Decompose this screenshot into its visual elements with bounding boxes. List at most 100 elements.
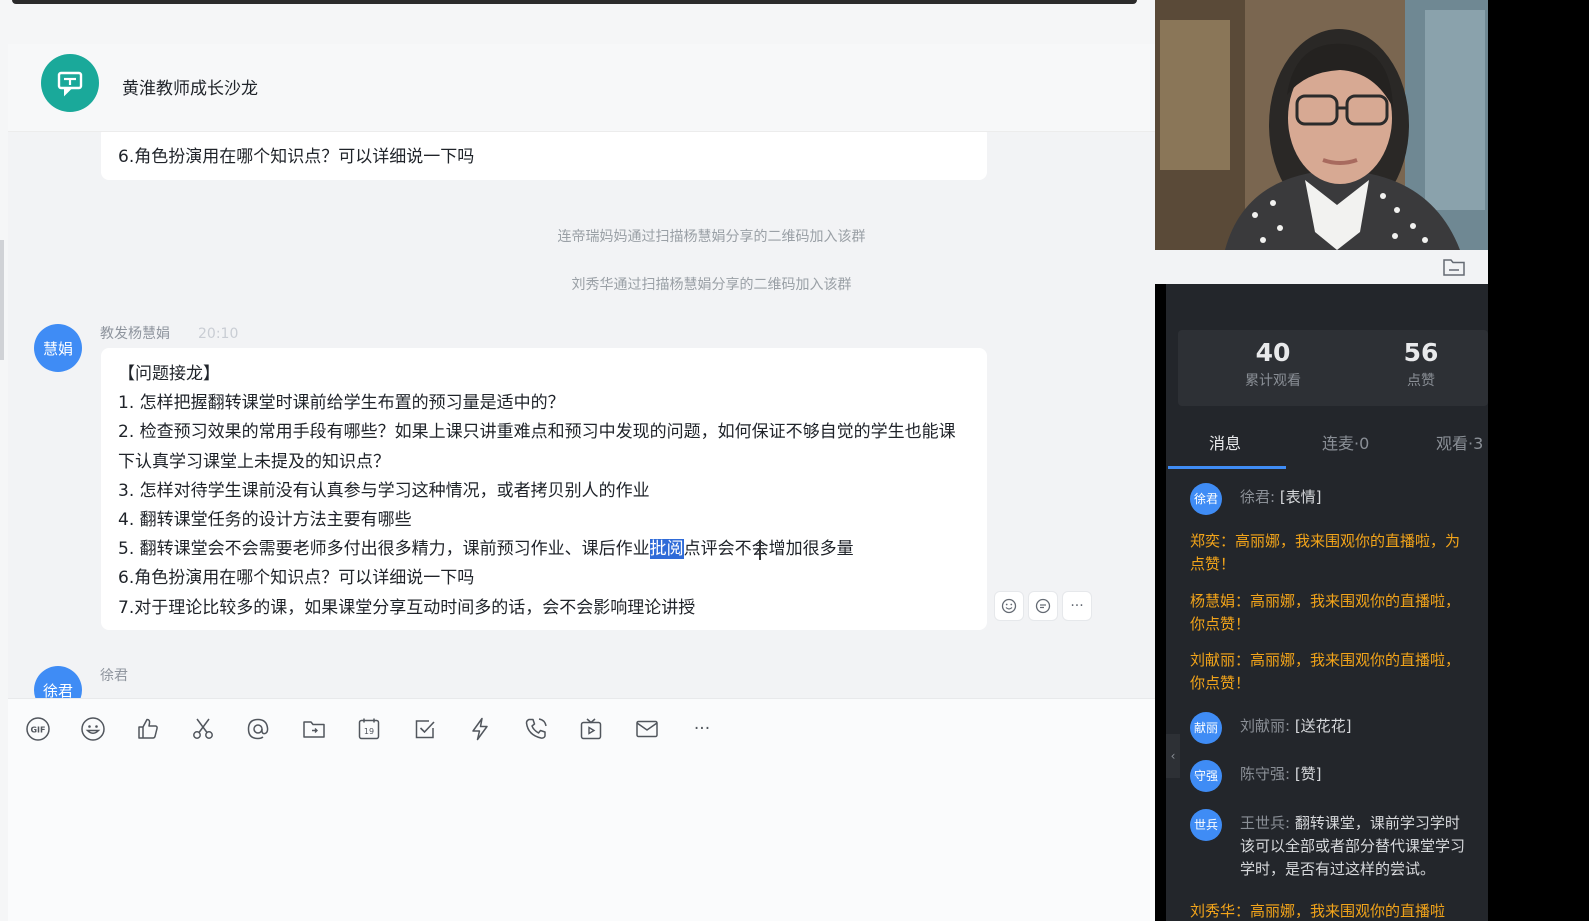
thumbs-up-icon xyxy=(138,718,158,739)
live-button[interactable] xyxy=(577,715,605,743)
folder-icon xyxy=(303,721,325,738)
avatar[interactable]: 徐君 xyxy=(34,666,82,698)
left-edge-handle[interactable] xyxy=(0,240,4,360)
react-emoji-button[interactable] xyxy=(994,591,1024,621)
message-text: 6.角色扮演用在哪个知识点？可以详细说一下吗 xyxy=(118,147,475,167)
call-button[interactable] xyxy=(522,715,550,743)
reply-button[interactable] xyxy=(1028,591,1058,621)
more-actions-button[interactable]: ··· xyxy=(1062,591,1092,621)
composer-toolbar: GIF 19 ··· xyxy=(8,698,1155,758)
chat-bubble-icon xyxy=(57,71,83,97)
chat-header: 黄淮教师成长沙龙 xyxy=(8,44,1155,132)
text-cursor-icon xyxy=(759,540,761,560)
panel-collapse-button[interactable]: ‹ xyxy=(1166,734,1180,778)
feed-content: 翻转课堂，课前学习学时 xyxy=(1290,814,1460,832)
line-text: 点评会不会增加很多量 xyxy=(683,539,854,560)
lightning-icon xyxy=(472,717,488,741)
feed-text: 陈守强: [赞] xyxy=(1240,763,1322,786)
feed-item: 世兵 王世兵: 翻转课堂，课前学习学时 该可以全部或者部分替代课堂学习 学时，是… xyxy=(1190,806,1488,886)
tab-co-host[interactable]: 连麦·0 xyxy=(1322,430,1369,454)
feed-item-gift: 杨慧娟：高丽娜，我来围观你的直播啦， 你点赞！ xyxy=(1190,590,1488,636)
group-avatar[interactable] xyxy=(41,54,99,112)
smile-icon xyxy=(1001,598,1017,614)
message-list[interactable]: 6.角色扮演用在哪个知识点？可以详细说一下吗 连帝瑞妈妈通过扫描杨慧娟分享的二维… xyxy=(8,132,1155,698)
likes-count: 56 xyxy=(1403,338,1439,367)
quick-reply-button[interactable] xyxy=(466,715,494,743)
message-line: 4. 翻转课堂任务的设计方法主要有哪些 xyxy=(118,510,412,531)
reply-icon xyxy=(1035,598,1051,614)
sender-name[interactable]: 徐君 xyxy=(100,665,128,685)
live-video[interactable] xyxy=(1155,0,1488,250)
screenshot-button[interactable] xyxy=(189,715,217,743)
feed-item-gift: 刘秀华：高丽娜，我来围观你的直播啦 xyxy=(1190,900,1488,921)
active-tab-indicator xyxy=(1168,466,1286,469)
views-count: 40 xyxy=(1255,338,1291,367)
at-icon xyxy=(247,718,269,740)
chat-window: 黄淮教师成长沙龙 6.角色扮演用在哪个知识点？可以详细说一下吗 连帝瑞妈妈通过扫… xyxy=(0,0,1155,921)
window-top-bar xyxy=(12,0,1137,4)
feed-text: 徐君: [表情] xyxy=(1240,486,1322,509)
system-notice: 刘秀华通过扫描杨慧娟分享的二维码加入该群 xyxy=(571,277,852,293)
checkbox-icon xyxy=(415,720,435,739)
message-bubble[interactable]: 【问题接龙】 1. 怎样把握翻转课堂时课前给学生布置的预习量是适中的？ 2. 检… xyxy=(101,348,987,630)
more-icon: ··· xyxy=(693,719,711,739)
tab-viewers[interactable]: 观看·3 xyxy=(1436,430,1483,454)
feed-item-gift: 刘献丽：高丽娜，我来围观你的直播啦， 你点赞！ xyxy=(1190,649,1488,695)
minimize-video-button[interactable] xyxy=(1442,256,1466,282)
feed-item-gift: 郑奕：高丽娜，我来围观你的直播啦，为 点赞！ xyxy=(1190,530,1488,576)
toolbar-more-button[interactable]: ··· xyxy=(688,715,716,743)
feed-content: 杨慧娟：高丽娜，我来围观你的直播啦， xyxy=(1190,592,1461,610)
feed-content: 你点赞！ xyxy=(1190,615,1251,633)
views-label: 累计观看 xyxy=(1245,373,1301,389)
calendar-icon: 19 xyxy=(358,718,380,740)
selected-text[interactable]: 批阅 xyxy=(649,539,684,560)
task-button[interactable] xyxy=(411,715,439,743)
avatar[interactable]: 世兵 xyxy=(1190,809,1222,841)
message-line: 【问题接龙】 xyxy=(118,364,220,384)
message-line: 1. 怎样把握翻转课堂时课前给学生布置的预习量是适中的？ xyxy=(118,393,565,414)
avatar[interactable]: 献丽 xyxy=(1190,712,1222,744)
message-line: 5. 翻转课堂会不会需要老师多付出很多精力，课前预习作业、课后作业批阅点评会不会… xyxy=(118,535,971,564)
feed-sender: 徐君: xyxy=(1240,488,1276,506)
mail-button[interactable] xyxy=(633,715,661,743)
feed-content: [送花花] xyxy=(1290,717,1352,735)
avatar[interactable]: 徐君 xyxy=(1190,483,1222,515)
message-input[interactable] xyxy=(8,758,1155,921)
feed-sender: 王世兵: xyxy=(1240,814,1291,832)
feed-content: 学时，是否有过这样的尝试。 xyxy=(1240,860,1436,878)
file-button[interactable] xyxy=(300,715,328,743)
group-title[interactable]: 黄淮教师成长沙龙 xyxy=(122,74,258,99)
likes-label: 点赞 xyxy=(1407,373,1435,389)
views-stat: 40 累计观看 xyxy=(1218,338,1328,390)
feed-text: 王世兵: 翻转课堂，课前学习学时 该可以全部或者部分替代课堂学习 学时，是否有过… xyxy=(1240,812,1465,881)
mention-button[interactable] xyxy=(244,715,272,743)
tab-messages[interactable]: 消息 xyxy=(1209,430,1241,454)
svg-text:GIF: GIF xyxy=(30,726,45,735)
video-dock xyxy=(1155,250,1488,284)
sender-meta: 教发杨慧娟 20:10 xyxy=(100,323,238,343)
feed-content: 刘献丽：高丽娜，我来围观你的直播啦， xyxy=(1190,651,1461,669)
avatar[interactable]: 守强 xyxy=(1190,760,1222,792)
feed-content: [表情] xyxy=(1275,488,1322,506)
line-text: 5. 翻转课堂会不会需要老师多付出很多精力，课前预习作业、课后作业 xyxy=(118,539,650,560)
feed-content: 点赞！ xyxy=(1190,555,1236,573)
more-icon: ··· xyxy=(1070,598,1084,614)
message-line: 3. 怎样对待学生课前没有认真参与学习这种情况，或者拷贝别人的作业 xyxy=(118,480,650,501)
gif-button[interactable]: GIF xyxy=(24,715,52,743)
emoji-button[interactable] xyxy=(79,715,107,743)
sender-name[interactable]: 教发杨慧娟 xyxy=(100,326,170,342)
message-line: 7.对于理论比较多的课，如果课堂分享互动时间多的话，会不会影响理论讲授 xyxy=(118,597,696,618)
svg-text:19: 19 xyxy=(364,727,374,736)
live-video-icon xyxy=(580,718,602,740)
chevron-left-icon: ‹ xyxy=(1170,749,1176,763)
presenter-video-frame xyxy=(1155,0,1488,250)
live-panel: 40 累计观看 56 点赞 消息 连麦·0 观看·3 ‹ 徐君 徐君: [表情]… xyxy=(1166,284,1488,921)
avatar[interactable]: 慧娟 xyxy=(34,324,82,372)
message-bubble-previous[interactable]: 6.角色扮演用在哪个知识点？可以详细说一下吗 xyxy=(101,132,987,180)
feed-text: 刘献丽: [送花花] xyxy=(1240,715,1352,738)
like-button[interactable] xyxy=(134,715,162,743)
feed-content: 刘秀华：高丽娜，我来围观你的直播啦 xyxy=(1190,902,1446,920)
feed-content: 该可以全部或者部分替代课堂学习 xyxy=(1240,837,1466,855)
schedule-button[interactable]: 19 xyxy=(355,715,383,743)
message-actions: ··· xyxy=(994,591,1092,621)
